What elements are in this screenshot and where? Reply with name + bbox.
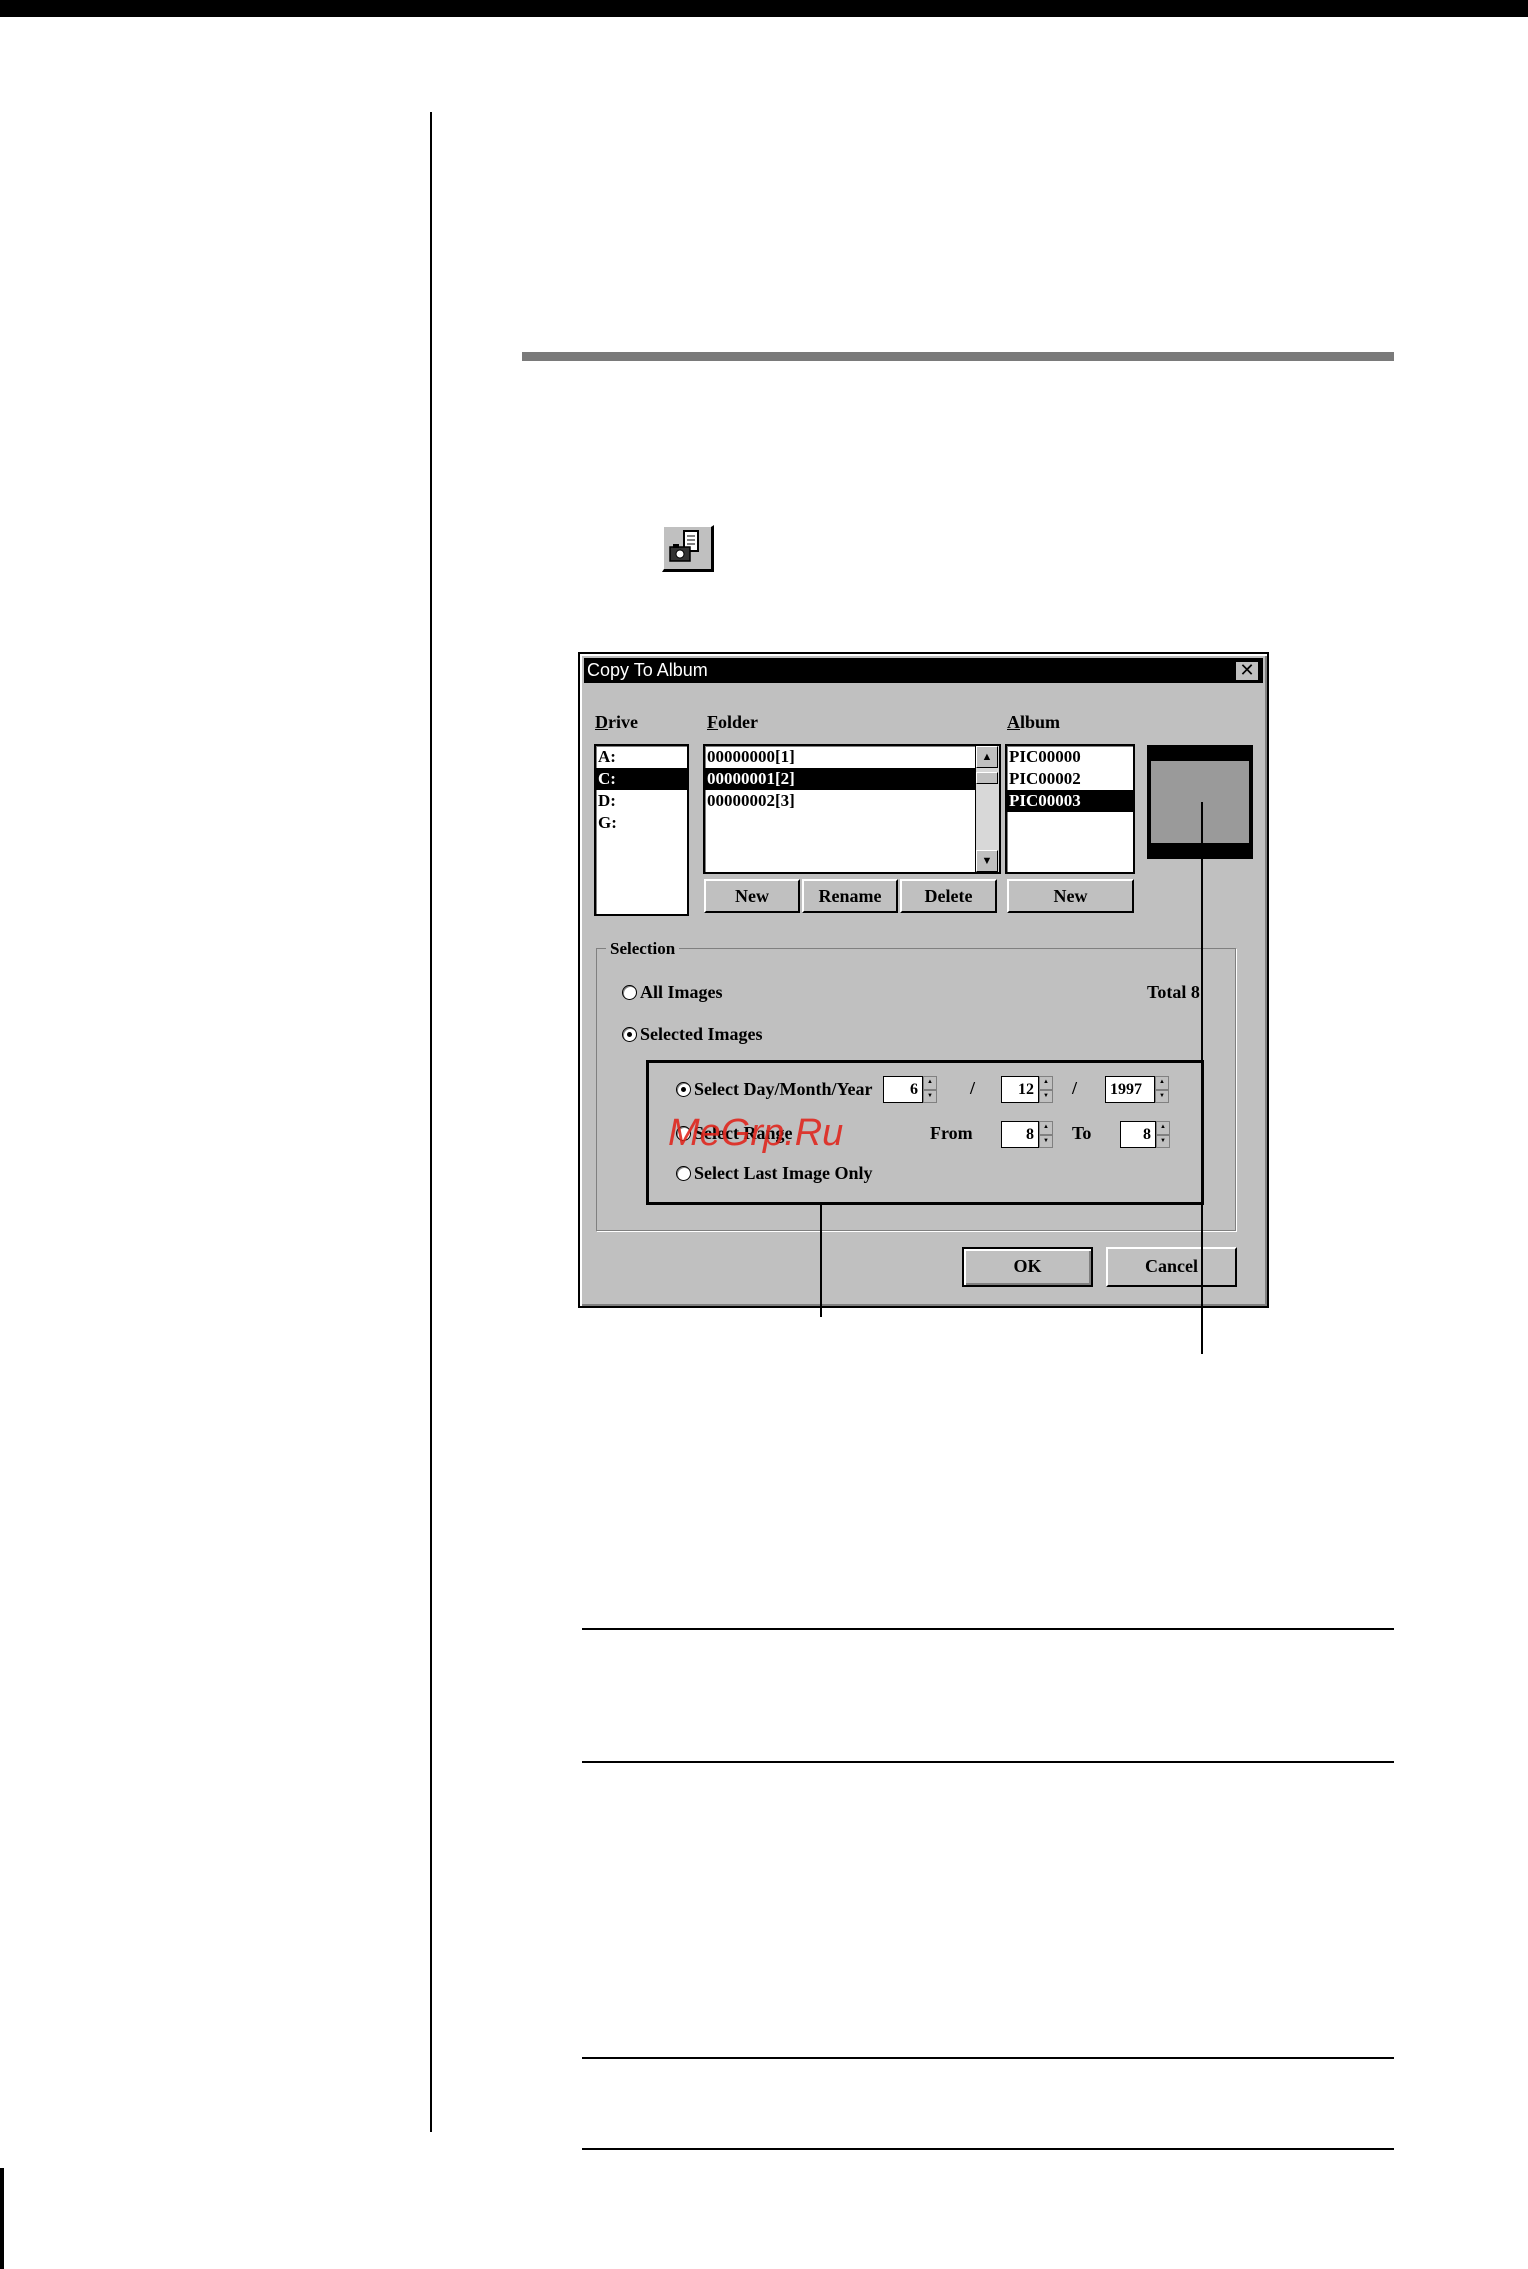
table-rule [582, 1761, 1394, 1763]
image-preview [1147, 745, 1253, 859]
month-stepper[interactable]: 12 ▲ ▼ [1001, 1076, 1053, 1103]
preview-image [1151, 761, 1249, 843]
to-label: To [1072, 1123, 1092, 1143]
ok-button[interactable]: OK [962, 1247, 1093, 1287]
selected-images-label: Selected Images [640, 1024, 763, 1044]
album-new-button[interactable]: New [1007, 879, 1134, 913]
scroll-thumb[interactable] [976, 772, 998, 784]
list-item[interactable]: C: [596, 768, 687, 790]
list-item[interactable]: D: [596, 790, 687, 812]
all-images-option[interactable]: All Images [622, 982, 723, 1003]
list-item[interactable]: 00000001[2] [705, 768, 975, 790]
day-field[interactable]: 6 [883, 1076, 923, 1103]
margin-rule [430, 112, 432, 2132]
spin-down-icon[interactable]: ▼ [923, 1089, 937, 1103]
select-date-label: Select Day/Month/Year [694, 1079, 873, 1099]
year-stepper[interactable]: 1997 ▲ ▼ [1105, 1076, 1169, 1103]
callout-line-preview [1201, 802, 1203, 1354]
spin-down-icon[interactable]: ▼ [1039, 1089, 1053, 1103]
spin-up-icon[interactable]: ▲ [1039, 1076, 1053, 1090]
list-item[interactable]: G: [596, 812, 687, 834]
select-last-label: Select Last Image Only [694, 1163, 873, 1183]
folder-delete-button[interactable]: Delete [900, 879, 997, 913]
day-stepper[interactable]: 6 ▲ ▼ [883, 1076, 937, 1103]
from-stepper[interactable]: 8 ▲ ▼ [1001, 1121, 1053, 1148]
list-item[interactable]: 00000002[3] [705, 790, 975, 812]
copy-to-album-icon [669, 530, 699, 562]
section-rule [522, 352, 1394, 361]
total-count: Total 8 [1147, 982, 1200, 1002]
month-field[interactable]: 12 [1001, 1076, 1039, 1103]
list-item[interactable]: 00000000[1] [705, 746, 975, 768]
scroll-up-icon[interactable]: ▲ [976, 746, 998, 768]
page-top-bar [0, 0, 1528, 17]
from-field[interactable]: 8 [1001, 1121, 1039, 1148]
to-stepper[interactable]: 8 ▲ ▼ [1120, 1121, 1170, 1148]
selected-images-radio[interactable] [622, 1027, 637, 1042]
drive-label: Drive [595, 712, 638, 732]
spin-up-icon[interactable]: ▲ [1155, 1076, 1169, 1090]
folder-new-button[interactable]: New [704, 879, 800, 913]
drive-list[interactable]: A: C: D: G: [594, 744, 689, 916]
all-images-radio[interactable] [622, 985, 637, 1000]
list-item[interactable]: PIC00002 [1007, 768, 1133, 790]
folder-scrollbar[interactable]: ▲ ▼ [975, 746, 999, 872]
spin-down-icon[interactable]: ▼ [1155, 1089, 1169, 1103]
list-item[interactable]: PIC00003 [1007, 790, 1133, 812]
select-date-option[interactable]: Select Day/Month/Year [676, 1079, 872, 1100]
select-date-radio[interactable] [676, 1082, 691, 1097]
close-icon[interactable]: ✕ [1235, 661, 1259, 681]
dialog-title: Copy To Album [587, 660, 708, 680]
folder-label: Folder [707, 712, 758, 732]
table-rule [582, 2057, 1394, 2059]
spin-up-icon[interactable]: ▲ [923, 1076, 937, 1090]
table-rule [582, 1628, 1394, 1630]
folder-list[interactable]: 00000000[1] 00000001[2] 00000002[3] ▲ ▼ [703, 744, 1001, 874]
from-label: From [930, 1123, 973, 1143]
spin-up-icon[interactable]: ▲ [1039, 1121, 1053, 1135]
select-last-radio[interactable] [676, 1166, 691, 1181]
cancel-button[interactable]: Cancel [1106, 1247, 1237, 1287]
to-field[interactable]: 8 [1120, 1121, 1156, 1148]
table-rule [582, 2148, 1394, 2150]
all-images-label: All Images [640, 982, 723, 1002]
selection-group-title: Selection [606, 939, 680, 959]
watermark: MeGrp.Ru [668, 1112, 844, 1154]
date-separator: / [970, 1078, 976, 1098]
dialog-titlebar: Copy To Album ✕ [584, 658, 1263, 683]
album-list[interactable]: PIC00000 PIC00002 PIC00003 [1005, 744, 1135, 874]
selected-images-option[interactable]: Selected Images [622, 1024, 762, 1045]
folder-rename-button[interactable]: Rename [802, 879, 898, 913]
date-separator: / [1072, 1078, 1078, 1098]
spin-up-icon[interactable]: ▲ [1156, 1121, 1170, 1135]
spin-down-icon[interactable]: ▼ [1156, 1134, 1170, 1148]
select-last-option[interactable]: Select Last Image Only [676, 1163, 872, 1184]
scroll-down-icon[interactable]: ▼ [976, 850, 998, 872]
spin-down-icon[interactable]: ▼ [1039, 1134, 1053, 1148]
callout-line-options [820, 1205, 822, 1317]
year-field[interactable]: 1997 [1105, 1076, 1155, 1103]
list-item[interactable]: PIC00000 [1007, 746, 1133, 768]
album-label: Album [1007, 712, 1061, 732]
copy-to-album-toolbar-button[interactable] [662, 525, 714, 572]
corner-mark [0, 2168, 4, 2269]
list-item[interactable]: A: [596, 746, 687, 768]
